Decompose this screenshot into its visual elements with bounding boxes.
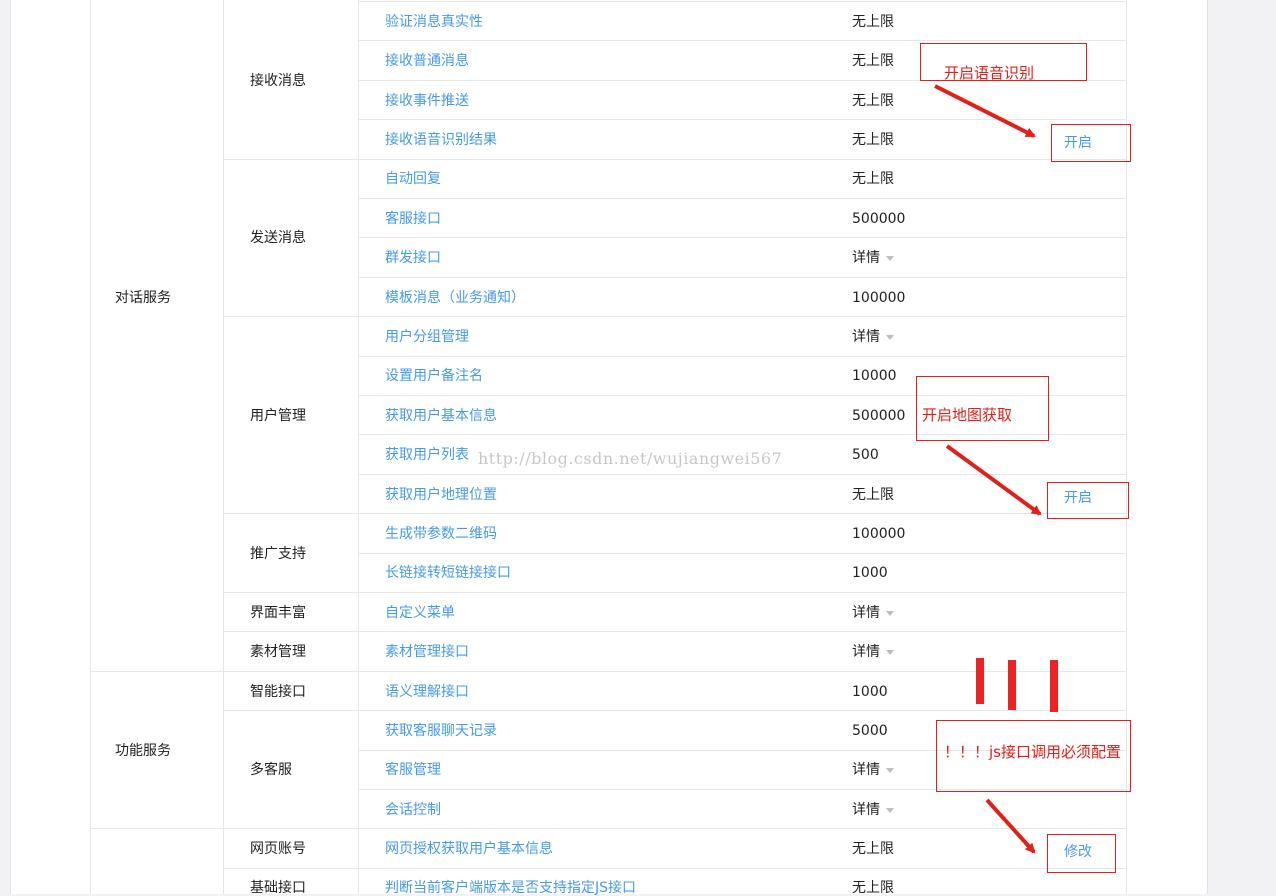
annotation-arrows: [934, 84, 1042, 854]
arrow-to-js-modify: [985, 798, 1036, 854]
arrow-to-voice-enable: [934, 84, 1036, 138]
arrow-to-location-enable: [945, 444, 1042, 516]
